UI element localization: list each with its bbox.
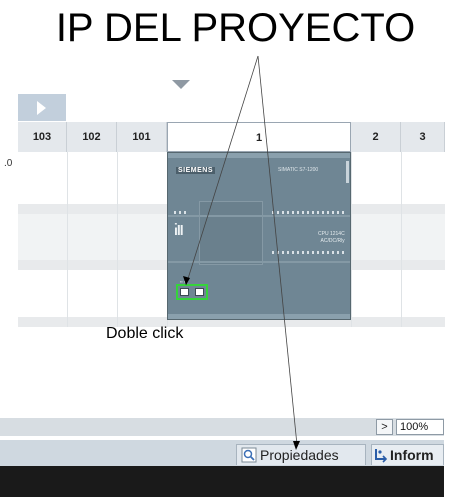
annotation-callout-lines	[183, 55, 300, 450]
callout-arrowhead	[293, 441, 300, 450]
callout-line-to-port	[185, 55, 259, 286]
callout-arrowhead	[183, 276, 190, 285]
callout-line-to-properties	[257, 55, 298, 446]
